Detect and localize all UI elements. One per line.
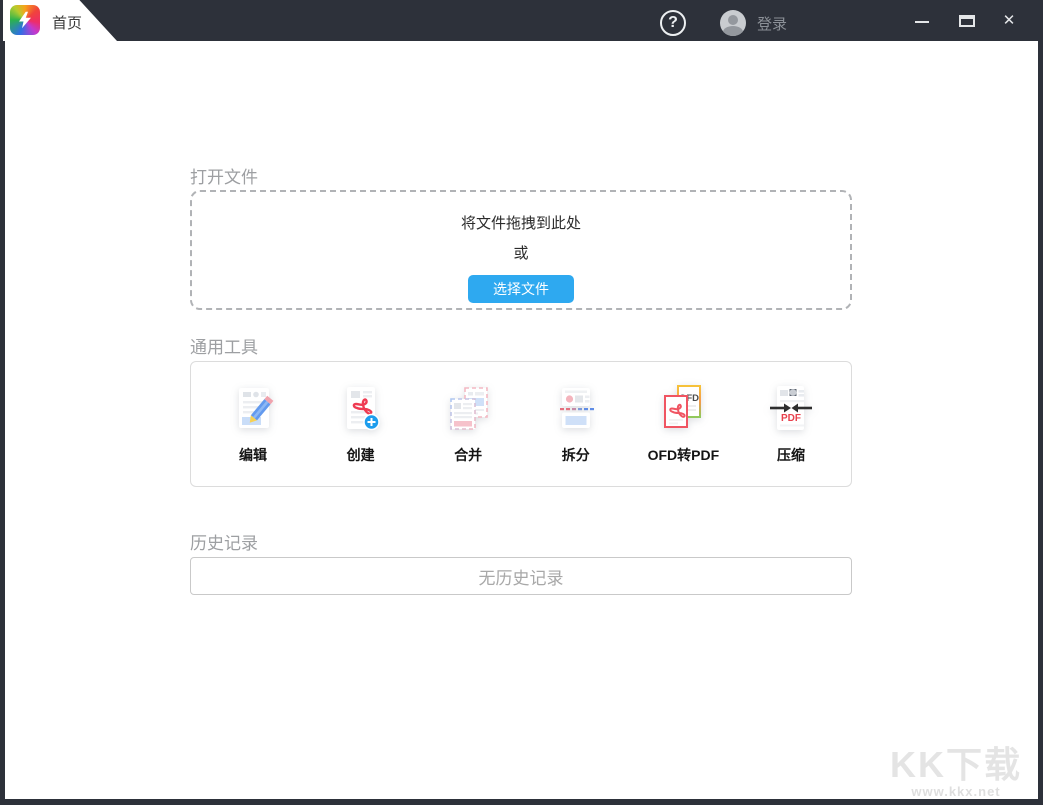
pdf-icon-text: PDF: [781, 413, 801, 424]
tool-merge-label: 合并: [454, 445, 482, 465]
or-text: 或: [513, 242, 528, 263]
maximize-button[interactable]: [950, 0, 984, 41]
tools-title: 通用工具: [190, 333, 258, 358]
history-title: 历史记录: [190, 529, 258, 554]
tool-compress[interactable]: PDF 压缩: [745, 381, 837, 486]
tools-panel: 编辑 创建: [190, 361, 852, 487]
avatar[interactable]: [720, 10, 746, 36]
tool-merge[interactable]: 合并: [422, 381, 514, 486]
open-file-title: 打开文件: [190, 163, 258, 188]
choose-file-button[interactable]: 选择文件: [468, 275, 574, 303]
minimize-icon: [915, 21, 929, 23]
avatar-body: [723, 26, 743, 36]
tool-split-label: 拆分: [562, 445, 590, 465]
ofd-to-pdf-icon: OFD: [655, 381, 711, 437]
close-button[interactable]: ✕: [992, 0, 1026, 41]
minimize-button[interactable]: [905, 0, 939, 41]
help-icon[interactable]: ?: [660, 10, 686, 36]
tool-ofd-to-pdf-label: OFD转PDF: [648, 445, 720, 465]
avatar-head: [728, 15, 738, 25]
tool-create-label: 创建: [347, 445, 375, 465]
titlebar: 首页 ? 登录 ✕: [0, 0, 1043, 41]
history-empty-text: 无历史记录: [479, 564, 564, 589]
tool-compress-label: 压缩: [777, 445, 805, 465]
merge-pdf-icon: [440, 381, 496, 437]
create-pdf-icon: [333, 381, 389, 437]
watermark-url: www.kkx.net: [890, 784, 1022, 799]
edit-pdf-icon: [225, 381, 281, 437]
maximize-icon: [959, 15, 975, 27]
split-pdf-icon: [548, 381, 604, 437]
tool-edit-label: 编辑: [239, 445, 267, 465]
watermark: KK下载 www.kkx.net: [890, 746, 1022, 799]
login-button[interactable]: 登录: [757, 13, 787, 34]
file-dropzone[interactable]: 将文件拖拽到此处 或 选择文件: [190, 190, 852, 310]
watermark-text: KK下载: [890, 746, 1022, 784]
main-content: 打开文件 将文件拖拽到此处 或 选择文件 通用工具: [5, 41, 1038, 799]
lightning-bolt-icon: [16, 11, 34, 29]
tab-home-label: 首页: [52, 12, 82, 33]
tool-edit[interactable]: 编辑: [207, 381, 299, 486]
compress-pdf-icon: PDF: [763, 381, 819, 437]
app-window: 首页 ? 登录 ✕ 打开文件 将文件拖拽到此处 或 选择文件 通用工具: [0, 0, 1043, 805]
app-logo-icon: [10, 5, 40, 35]
tool-create[interactable]: 创建: [315, 381, 407, 486]
drop-hint-text: 将文件拖拽到此处: [461, 212, 581, 233]
tool-ofd-to-pdf[interactable]: OFD OFD转PDF: [637, 381, 729, 486]
history-panel: 无历史记录: [190, 557, 852, 595]
tool-split[interactable]: 拆分: [530, 381, 622, 486]
